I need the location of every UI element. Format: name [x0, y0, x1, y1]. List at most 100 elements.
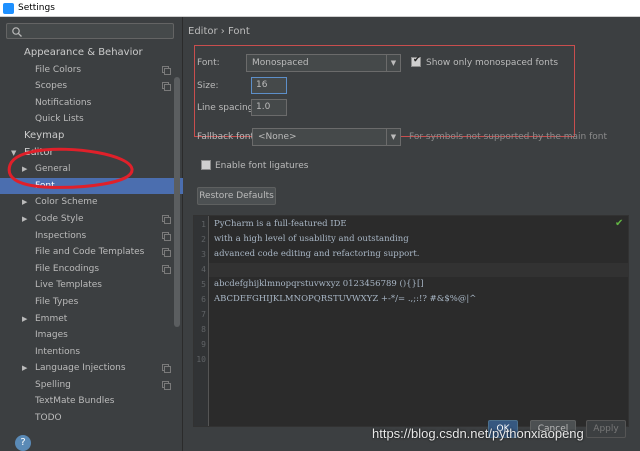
sidebar-item-label: Scopes	[35, 81, 68, 92]
line-spacing-value: 1.0	[256, 102, 271, 112]
code-line: ABCDEFGHIJKLMNOPQRSTUVWXYZ +-*/= .,;:!? …	[214, 294, 477, 304]
inspection-ok-icon: ✔	[615, 218, 624, 229]
project-settings-icon	[162, 82, 171, 92]
sidebar-item-keymap[interactable]: Keymap	[0, 128, 183, 145]
font-settings-highlight-box: Font: Monospaced ▼ ✔ Show only monospace…	[194, 45, 575, 137]
project-settings-icon	[162, 231, 171, 241]
code-line: advanced code editing and refactoring su…	[214, 249, 420, 259]
line-number: 9	[201, 340, 206, 349]
sidebar-item-label: Language Injections	[35, 363, 126, 374]
project-settings-icon	[162, 380, 171, 390]
collapsed-arrow-icon[interactable]: ▶	[22, 161, 27, 178]
sidebar-item-label: TextMate Bundles	[35, 396, 115, 407]
fallback-font-label: Fallback font:	[197, 132, 258, 142]
sidebar-item-label: Intentions	[35, 346, 81, 357]
help-button[interactable]: ?	[15, 435, 31, 451]
sidebar-item-general[interactable]: ▶ General	[0, 161, 183, 178]
settings-search-box[interactable]	[6, 23, 174, 39]
sidebar-item-scopes[interactable]: Scopes	[0, 78, 183, 95]
sidebar-item-quick-lists[interactable]: Quick Lists	[0, 111, 183, 128]
font-ligatures-checkbox[interactable]	[201, 160, 211, 170]
font-size-value: 16	[256, 80, 268, 90]
fallback-font-combobox[interactable]: <None> ▼	[252, 128, 401, 146]
sidebar-scrollbar[interactable]	[174, 77, 180, 327]
sidebar-item-editor[interactable]: ▼ Editor	[0, 145, 183, 162]
line-number: 10	[196, 355, 206, 364]
sidebar-item-label: File Types	[35, 296, 79, 307]
sidebar-item-file-colors[interactable]: File Colors	[0, 62, 183, 79]
breadcrumb: Editor › Font	[188, 26, 250, 37]
sidebar-item-todo[interactable]: TODO	[0, 410, 183, 427]
sidebar-item-label: Keymap	[24, 129, 65, 141]
current-line-highlight	[209, 263, 628, 277]
sidebar-item-emmet[interactable]: ▶ Emmet	[0, 311, 183, 328]
size-label: Size:	[197, 81, 219, 91]
code-line: abcdefghijklmnopqrstuvwxyz 0123456789 ()…	[214, 279, 424, 289]
sidebar-item-inspections[interactable]: Inspections	[0, 228, 183, 245]
project-settings-icon	[162, 264, 171, 274]
project-settings-icon	[162, 364, 171, 374]
sidebar-item-textmate-bundles[interactable]: TextMate Bundles	[0, 393, 183, 410]
sidebar-item-label: Font	[35, 180, 55, 191]
project-settings-icon	[162, 248, 171, 258]
line-number: 5	[201, 280, 206, 289]
sidebar-item-spelling[interactable]: Spelling	[0, 377, 183, 394]
breadcrumb-separator: ›	[220, 26, 225, 37]
font-combobox-value: Monospaced	[252, 58, 309, 68]
sidebar-item-label: Appearance & Behavior	[24, 47, 143, 58]
sidebar-item-label: Color Scheme	[35, 197, 98, 208]
sidebar-item-live-templates[interactable]: Live Templates	[0, 277, 183, 294]
sidebar-item-label: Code Style	[35, 213, 84, 224]
line-number: 3	[201, 250, 206, 259]
sidebar-item-images[interactable]: Images	[0, 327, 183, 344]
line-number: 2	[201, 235, 206, 244]
sidebar-item-label: File Encodings	[35, 263, 100, 274]
line-number: 6	[201, 295, 206, 304]
project-settings-icon	[162, 65, 171, 75]
collapsed-arrow-icon[interactable]: ▶	[22, 311, 27, 328]
fallback-font-value: <None>	[258, 132, 297, 142]
breadcrumb-root[interactable]: Editor	[188, 26, 218, 37]
code-line: PyCharm is a full-featured IDE	[214, 219, 347, 229]
collapsed-arrow-icon[interactable]: ▶	[22, 211, 27, 228]
collapsed-arrow-icon[interactable]: ▶	[22, 360, 27, 377]
line-number: 4	[201, 265, 206, 274]
sidebar-item-file-and-code-templates[interactable]: File and Code Templates	[0, 244, 183, 261]
font-settings-panel: Editor › Font Font: Monospaced ▼ ✔ Show …	[184, 17, 640, 451]
apply-button[interactable]: Apply	[586, 420, 626, 438]
sidebar-item-intentions[interactable]: Intentions	[0, 344, 183, 361]
sidebar-item-label: Inspections	[35, 230, 87, 241]
line-number: 8	[201, 325, 206, 334]
watermark: https://blog.csdn.net/pythonxiaopeng	[372, 426, 584, 441]
font-preview-editor[interactable]: 1 2 3 4 5 6 7 8 9 10 PyCharm is a full-featured I…	[193, 215, 629, 427]
code-line: with a high level of usability and outst…	[214, 234, 409, 244]
fallback-font-hint: For symbols not supported by the main fo…	[409, 132, 608, 142]
line-spacing-input[interactable]: 1.0	[251, 99, 287, 116]
font-size-input[interactable]: 16	[251, 77, 287, 94]
expanded-arrow-icon[interactable]: ▼	[11, 145, 16, 162]
restore-defaults-button[interactable]: Restore Defaults	[197, 187, 276, 205]
sidebar-item-code-style[interactable]: ▶ Code Style	[0, 211, 183, 228]
font-combobox[interactable]: Monospaced ▼	[246, 54, 401, 72]
sidebar-item-color-scheme[interactable]: ▶ Color Scheme	[0, 194, 183, 211]
chevron-down-icon: ▼	[386, 129, 400, 145]
sidebar-item-label: Editor	[24, 146, 54, 158]
settings-tree: Appearance & Behavior File Colors Scopes No…	[0, 45, 183, 427]
window-title: Settings	[18, 3, 55, 13]
sidebar-item-file-encodings[interactable]: File Encodings	[0, 261, 183, 278]
font-ligatures-label: Enable font ligatures	[215, 161, 309, 171]
settings-search-input[interactable]	[27, 25, 167, 37]
sidebar-item-label: TODO	[35, 413, 62, 424]
monospaced-only-checkbox[interactable]: ✔	[411, 55, 421, 67]
line-number: 1	[201, 220, 206, 229]
sidebar-item-appearance-behavior[interactable]: Appearance & Behavior	[0, 45, 183, 62]
sidebar-item-file-types[interactable]: File Types	[0, 294, 183, 311]
sidebar-item-label: Live Templates	[35, 280, 102, 291]
sidebar-item-font[interactable]: Font	[0, 177, 183, 195]
collapsed-arrow-icon[interactable]: ▶	[22, 194, 27, 211]
sidebar-item-language-injections[interactable]: ▶ Language Injections	[0, 360, 183, 377]
chevron-down-icon: ▼	[386, 55, 400, 71]
line-number-gutter: 1 2 3 4 5 6 7 8 9 10	[194, 216, 209, 426]
sidebar-item-notifications[interactable]: Notifications	[0, 95, 183, 112]
monospaced-only-label: Show only monospaced fonts	[426, 58, 559, 68]
